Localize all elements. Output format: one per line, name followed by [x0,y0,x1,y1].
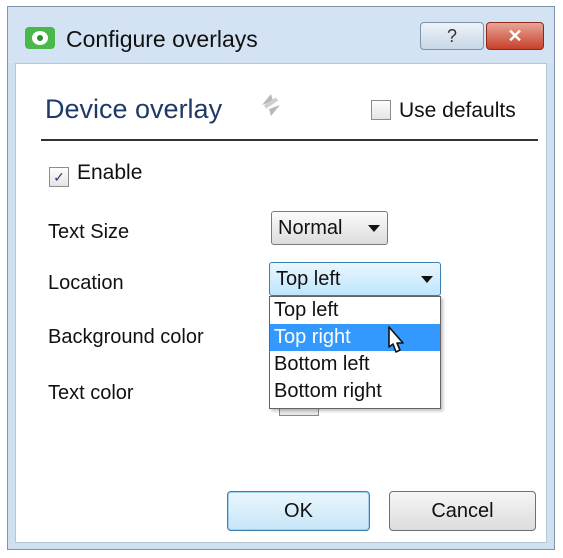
refresh-icon[interactable] [254,88,288,122]
help-button[interactable]: ? [420,22,484,50]
section-divider [41,139,538,141]
location-label: Location [48,272,124,294]
app-icon [25,27,55,49]
checkbox-icon[interactable]: ✓ [49,167,69,187]
enable-checkbox[interactable]: ✓ Enable [49,161,142,187]
use-defaults-checkbox[interactable]: Use defaults [371,99,516,123]
dialog-body: Device overlay Use defaults ✓ Enable Text… [15,63,547,543]
location-select[interactable]: Top left [269,262,441,296]
ok-button[interactable]: OK [227,491,370,531]
configure-overlays-window: Configure overlays ? ✕ Device overlay Us… [7,6,555,550]
title-bar[interactable]: Configure overlays ? ✕ [8,7,554,63]
enable-label: Enable [77,161,143,184]
section-title: Device overlay [45,94,223,124]
location-dropdown-list: Top left Top right Bottom left Bottom ri… [269,296,441,409]
close-button[interactable]: ✕ [486,22,544,50]
option-bottom-left[interactable]: Bottom left [270,351,440,378]
use-defaults-label: Use defaults [399,99,516,122]
cancel-button[interactable]: Cancel [389,491,536,531]
chevron-down-icon [368,225,380,232]
location-value: Top left [276,268,341,290]
text-size-label: Text Size [48,221,130,243]
text-size-value: Normal [278,217,343,239]
window-title: Configure overlays [66,26,258,52]
text-color-label: Text color [48,382,134,404]
option-top-right[interactable]: Top right [270,324,440,351]
checkbox-icon[interactable] [371,100,391,120]
chevron-down-icon [421,276,433,283]
option-top-left[interactable]: Top left [270,297,440,324]
cursor-icon [388,326,404,353]
text-color-swatch[interactable] [279,409,319,416]
background-color-label: Background color [48,326,204,348]
text-size-select[interactable]: Normal [271,211,388,245]
option-bottom-right[interactable]: Bottom right [270,378,440,405]
